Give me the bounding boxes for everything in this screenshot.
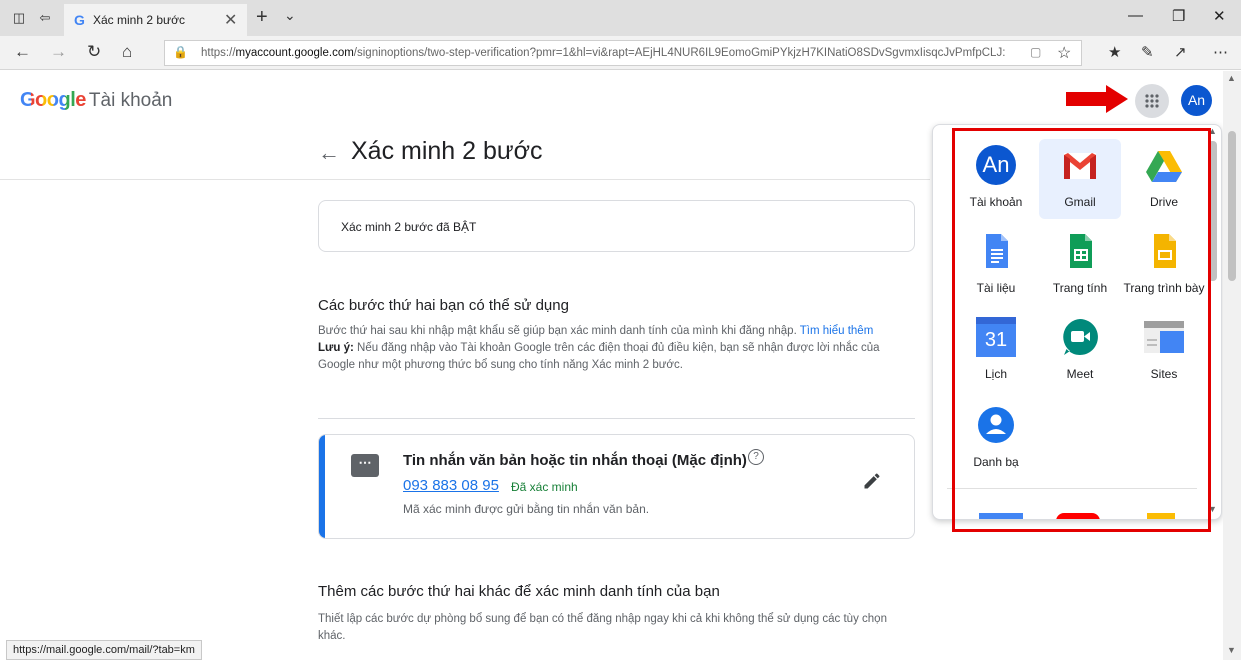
page-scroll-thumb[interactable] <box>1228 131 1236 281</box>
lock-icon[interactable]: 🔒 <box>173 45 188 59</box>
url-text: https://myaccount.google.com/signinoptio… <box>201 47 1006 59</box>
set-aside-tabs-icon[interactable]: ⇦ <box>36 9 54 27</box>
edit-pencil-icon[interactable] <box>862 471 882 491</box>
page-scroll-up-icon[interactable]: ▲ <box>1227 73 1236 83</box>
tab-actions-icon[interactable]: ◫ <box>10 9 28 27</box>
google-wordmark: Google <box>20 89 86 111</box>
method-description: Mã xác minh được gửi bằng tin nhắn văn b… <box>403 502 650 516</box>
back-icon[interactable]: ← <box>14 42 31 62</box>
red-arrow-annotation <box>1066 85 1128 113</box>
verified-badge: Đã xác minh <box>511 480 578 494</box>
more-icon[interactable]: ⋯ <box>1213 43 1228 61</box>
red-highlight-box-annotation <box>952 128 1211 532</box>
learn-more-link[interactable]: Tìm hiểu thêm <box>800 325 874 337</box>
apps-grid-icon <box>1145 94 1159 108</box>
method-title: Tin nhắn văn bản hoặc tin nhắn thoại (Mặ… <box>403 452 747 469</box>
avatar[interactable]: An <box>1181 85 1212 116</box>
title-divider <box>0 179 930 180</box>
help-icon[interactable]: ? <box>748 449 764 465</box>
sms-method-card: ⋯ Tin nhắn văn bản hoặc tin nhắn thoại (… <box>318 434 915 539</box>
tab-close-icon[interactable]: ✕ <box>224 10 237 30</box>
pen-icon[interactable]: ✎ <box>1141 43 1154 61</box>
sms-icon: ⋯ <box>351 454 379 477</box>
phone-number-link[interactable]: 093 883 08 95 <box>403 477 499 494</box>
hover-link-status-bar: https://mail.google.com/mail/?tab=km <box>6 640 202 660</box>
forward-icon[interactable]: → <box>50 42 67 62</box>
browser-tab-strip: ◫ ⇦ G Xác minh 2 bước ✕ + ⌄ — ❐ ✕ <box>0 0 1241 36</box>
section-divider <box>318 418 915 419</box>
add-second-steps-heading: Thêm các bước thứ hai khác để xác minh d… <box>318 583 720 600</box>
tab-title: Xác minh 2 bước <box>93 13 185 27</box>
account-wordmark: Tài khoản <box>88 90 173 111</box>
restore-icon[interactable]: ❐ <box>1172 7 1185 25</box>
add-second-steps-description: Thiết lập các bước dự phòng bổ sung để b… <box>318 613 887 642</box>
favorites-icon[interactable]: ★ <box>1108 43 1121 61</box>
close-window-icon[interactable]: ✕ <box>1213 7 1226 25</box>
google-favicon-icon: G <box>74 12 85 28</box>
reading-view-icon[interactable]: ▢ <box>1030 45 1041 59</box>
two-step-status-card: Xác minh 2 bước đã BẬT <box>318 200 915 252</box>
page-scrollbar[interactable]: ▲ ▼ <box>1223 71 1241 660</box>
note-text: Nếu đăng nhập vào Tài khoản Google trên … <box>318 342 880 371</box>
browser-tab[interactable]: G Xác minh 2 bước ✕ <box>64 4 247 36</box>
share-icon[interactable]: ↗ <box>1174 43 1187 61</box>
second-steps-description: Bước thứ hai sau khi nhập mật khẩu sẽ gi… <box>318 325 880 371</box>
page-scroll-down-icon[interactable]: ▼ <box>1227 645 1236 655</box>
minimize-icon[interactable]: — <box>1128 7 1143 24</box>
second-steps-heading: Các bước thứ hai bạn có thể sử dụng <box>318 297 569 314</box>
default-accent-bar <box>319 435 325 538</box>
new-tab-icon[interactable]: + <box>256 6 268 29</box>
note-label: Lưu ý: <box>318 342 354 354</box>
status-text: Xác minh 2 bước đã BẬT <box>341 220 477 234</box>
google-account-logo[interactable]: Google Tài khoản <box>20 89 172 112</box>
google-apps-button[interactable] <box>1135 84 1169 118</box>
home-icon[interactable]: ⌂ <box>122 42 132 62</box>
address-bar-row: ← → ↻ ⌂ 🔒 https://myaccount.google.com/s… <box>0 36 1241 70</box>
tab-list-chevron-down-icon[interactable]: ⌄ <box>284 7 296 24</box>
page-title: Xác minh 2 bước <box>351 137 543 165</box>
refresh-icon[interactable]: ↻ <box>87 42 101 62</box>
url-field[interactable]: 🔒 https://myaccount.google.com/signinopt… <box>164 40 1082 66</box>
favorite-star-icon[interactable]: ☆ <box>1057 43 1071 63</box>
back-arrow-icon[interactable]: ← <box>318 140 340 166</box>
